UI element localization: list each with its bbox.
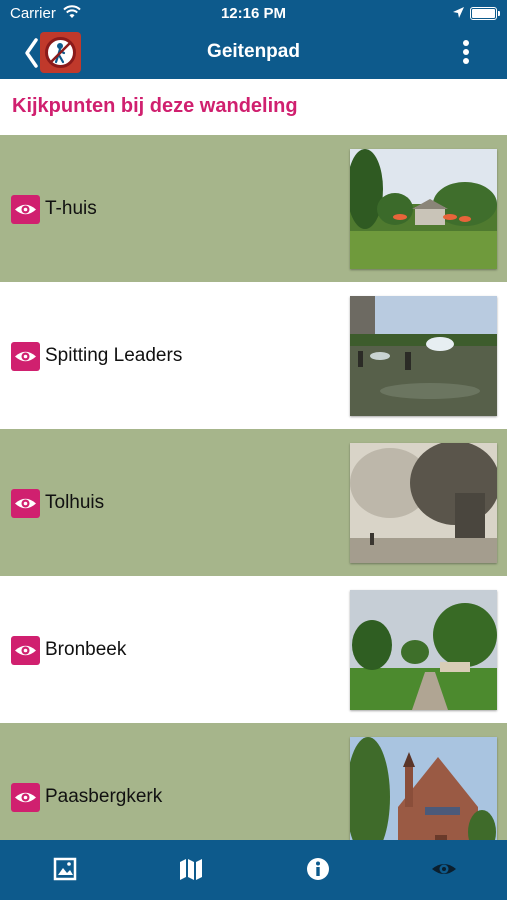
- eye-icon: [11, 195, 40, 224]
- more-vertical-icon[interactable]: [458, 40, 474, 66]
- eye-icon[interactable]: [429, 854, 459, 884]
- top-bar: Carrier 12:16 PM Geitenpad: [0, 0, 507, 79]
- viewpoint-list: T-huis Spitting Leaders Tolhuis Bronbeek…: [0, 135, 507, 840]
- viewpoint-photo: [350, 149, 497, 269]
- info-icon[interactable]: [303, 854, 333, 884]
- list-item-t-huis[interactable]: T-huis: [0, 135, 507, 282]
- list-item-label: T-huis: [45, 198, 97, 219]
- page-title: Geitenpad: [207, 41, 300, 62]
- viewpoint-photo: [350, 443, 497, 563]
- clock: 12:16 PM: [220, 5, 287, 22]
- viewpoint-photo: [350, 737, 497, 840]
- list-item-paasbergkerk[interactable]: Paasbergkerk: [0, 723, 507, 840]
- status-bar: Carrier 12:16 PM: [0, 0, 507, 28]
- list-item-bronbeek[interactable]: Bronbeek: [0, 576, 507, 723]
- map-icon[interactable]: [176, 854, 206, 884]
- eye-icon: [11, 342, 40, 371]
- eye-icon: [11, 783, 40, 812]
- section-title: Kijkpunten bij deze wandeling: [12, 95, 298, 117]
- navigation-bar: Geitenpad: [0, 28, 507, 79]
- tab-bar: [0, 840, 507, 900]
- list-item-label: Paasbergkerk: [45, 786, 163, 807]
- list-item-label: Spitting Leaders: [45, 345, 183, 366]
- list-item-spitting-leaders[interactable]: Spitting Leaders: [0, 282, 507, 429]
- viewpoint-photo: [350, 296, 497, 416]
- list-item-tolhuis[interactable]: Tolhuis: [0, 429, 507, 576]
- location-arrow-icon: [452, 6, 465, 23]
- battery-icon: [470, 7, 500, 20]
- eye-icon: [11, 636, 40, 665]
- viewpoint-photo: [350, 590, 497, 710]
- list-item-label: Tolhuis: [45, 492, 105, 513]
- eye-icon: [11, 489, 40, 518]
- image-icon[interactable]: [50, 854, 80, 884]
- list-item-label: Bronbeek: [45, 639, 127, 660]
